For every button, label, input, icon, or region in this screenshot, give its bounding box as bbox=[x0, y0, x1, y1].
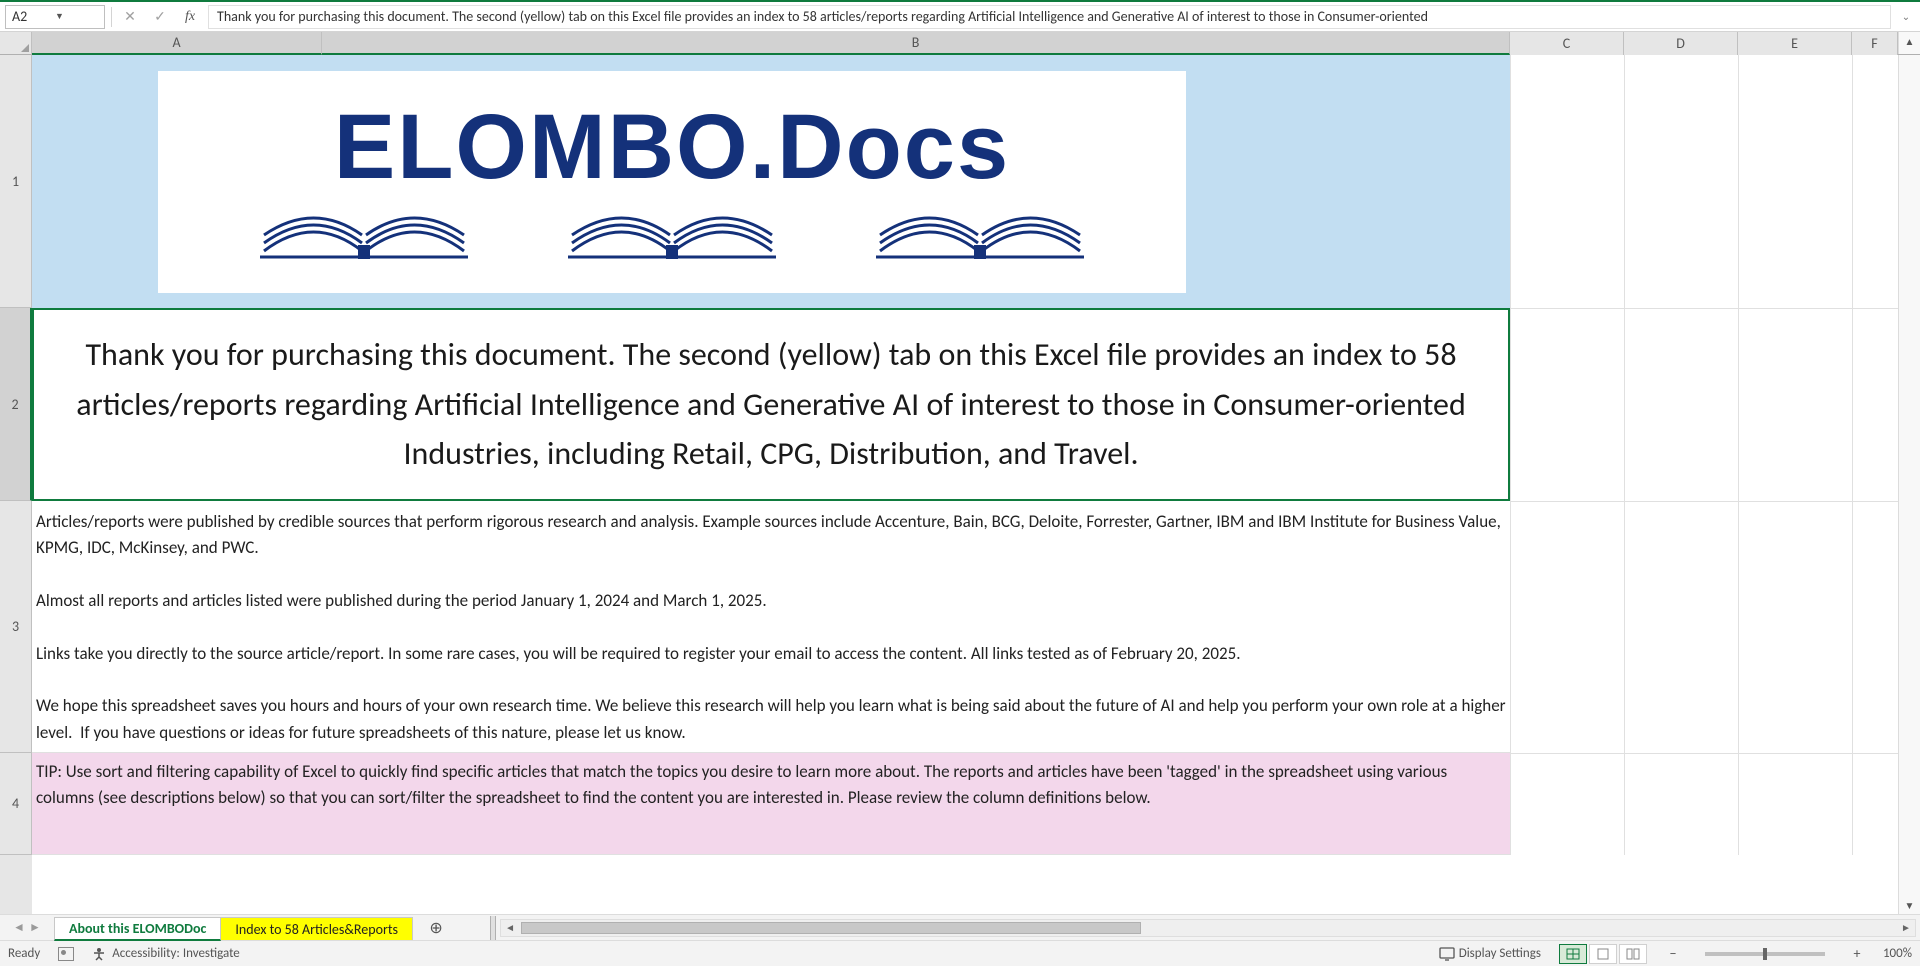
zoom-in-button[interactable]: + bbox=[1849, 946, 1865, 962]
name-box[interactable]: A2 ▼ bbox=[5, 5, 105, 29]
sheet-tab-bar: ◄ ► About this ELOMBODoc Index to 58 Art… bbox=[0, 914, 1920, 940]
cells-area[interactable]: ELOMBO.Docs bbox=[32, 55, 1898, 914]
hscroll-track[interactable] bbox=[519, 921, 1897, 935]
name-box-dropdown-icon[interactable]: ▼ bbox=[55, 11, 98, 22]
zoom-slider-thumb[interactable] bbox=[1763, 948, 1767, 960]
book-icon bbox=[562, 203, 782, 263]
zoom-out-button[interactable]: − bbox=[1665, 946, 1681, 962]
macro-recording-icon[interactable] bbox=[58, 947, 74, 961]
accessibility-label: Accessibility: Investigate bbox=[112, 946, 240, 961]
column-header-c[interactable]: C bbox=[1510, 32, 1624, 55]
add-sheet-button[interactable]: ⊕ bbox=[422, 916, 450, 940]
select-all-corner[interactable] bbox=[0, 32, 32, 55]
column-headers: A B C D E F ▲ bbox=[0, 32, 1920, 55]
confirm-formula-icon[interactable]: ✓ bbox=[148, 5, 172, 29]
intro-message-text: Thank you for purchasing this document. … bbox=[40, 330, 1502, 479]
column-header-b[interactable]: B bbox=[322, 32, 1510, 55]
formula-input[interactable]: Thank you for purchasing this document. … bbox=[208, 5, 1891, 29]
row-headers: 1 2 3 4 bbox=[0, 55, 32, 914]
expand-formula-bar-icon[interactable]: ⌄ bbox=[1897, 5, 1915, 29]
logo-cell: ELOMBO.Docs bbox=[32, 55, 1510, 308]
tab-nav-buttons[interactable]: ◄ ► bbox=[0, 920, 54, 935]
page-layout-icon bbox=[1596, 948, 1610, 960]
sheet-tab-index[interactable]: Index to 58 Articles&Reports bbox=[220, 917, 413, 941]
tab-split-handle[interactable] bbox=[490, 916, 496, 940]
scrollbar-track[interactable] bbox=[1899, 55, 1920, 896]
tab-nav-prev-icon[interactable]: ◄ bbox=[12, 920, 26, 935]
vertical-scrollbar[interactable]: ▲ bbox=[1898, 32, 1920, 54]
book-icons-row bbox=[254, 203, 1090, 263]
view-buttons bbox=[1559, 944, 1647, 964]
status-ready: Ready bbox=[8, 946, 40, 961]
tip-text: TIP: Use sort and filtering capability o… bbox=[36, 761, 1447, 808]
intro-message-cell[interactable]: Thank you for purchasing this document. … bbox=[32, 308, 1510, 501]
rows-container: 1 2 3 4 ELOMBO.Docs bbox=[0, 55, 1920, 914]
formula-bar: A2 ▼ ✕ ✓ fx Thank you for purchasing thi… bbox=[0, 2, 1920, 32]
view-page-layout-button[interactable] bbox=[1589, 944, 1617, 964]
horizontal-scrollbar[interactable]: ◄ ► bbox=[500, 919, 1916, 937]
view-page-break-button[interactable] bbox=[1619, 944, 1647, 964]
scroll-up-icon[interactable]: ▲ bbox=[1899, 32, 1920, 50]
display-settings-label: Display Settings bbox=[1459, 946, 1541, 961]
sheet-tabs: About this ELOMBODoc Index to 58 Article… bbox=[54, 915, 412, 941]
scroll-right-icon[interactable]: ► bbox=[1897, 921, 1915, 934]
row-header-2[interactable]: 2 bbox=[0, 308, 32, 501]
column-header-e[interactable]: E bbox=[1738, 32, 1852, 55]
insert-function-icon[interactable]: fx bbox=[178, 5, 202, 29]
book-icon bbox=[870, 203, 1090, 263]
book-icon bbox=[254, 203, 474, 263]
zoom-level[interactable]: 100% bbox=[1883, 946, 1912, 961]
logo-card: ELOMBO.Docs bbox=[158, 71, 1186, 293]
column-header-d[interactable]: D bbox=[1624, 32, 1738, 55]
row-header-3[interactable]: 3 bbox=[0, 501, 32, 753]
display-settings-icon bbox=[1439, 947, 1455, 961]
tip-cell[interactable]: TIP: Use sort and filtering capability o… bbox=[32, 753, 1510, 855]
sheet-tab-about[interactable]: About this ELOMBODoc bbox=[54, 917, 221, 941]
scroll-left-icon[interactable]: ◄ bbox=[501, 921, 519, 934]
tab-nav-next-icon[interactable]: ► bbox=[28, 920, 42, 935]
spreadsheet-grid: A B C D E F ▲ 1 2 3 4 ELOMBO.Docs bbox=[0, 32, 1920, 914]
column-header-f[interactable]: F bbox=[1852, 32, 1898, 55]
divider bbox=[111, 7, 112, 27]
body-text-cell[interactable]: Articles/reports were published by credi… bbox=[32, 501, 1510, 753]
empty-cells-right[interactable] bbox=[1510, 55, 1898, 855]
status-bar: Ready Accessibility: Investigate Display… bbox=[0, 940, 1920, 966]
zoom-slider[interactable] bbox=[1705, 952, 1825, 956]
vertical-scrollbar-track[interactable]: ▼ bbox=[1898, 55, 1920, 914]
accessibility-status[interactable]: Accessibility: Investigate bbox=[92, 946, 240, 961]
brand-title: ELOMBO.Docs bbox=[334, 101, 1010, 193]
page-break-icon bbox=[1626, 948, 1640, 960]
hscroll-thumb[interactable] bbox=[521, 922, 1141, 934]
accessibility-icon bbox=[92, 947, 106, 961]
display-settings-button[interactable]: Display Settings bbox=[1439, 946, 1541, 961]
scroll-down-icon[interactable]: ▼ bbox=[1899, 896, 1920, 914]
row-header-1[interactable]: 1 bbox=[0, 55, 32, 308]
cancel-formula-icon[interactable]: ✕ bbox=[118, 5, 142, 29]
grid-view-icon bbox=[1566, 948, 1580, 960]
cell-reference: A2 bbox=[12, 8, 55, 25]
body-text: Articles/reports were published by credi… bbox=[36, 511, 1509, 743]
view-normal-button[interactable] bbox=[1559, 944, 1587, 964]
formula-text: Thank you for purchasing this document. … bbox=[217, 8, 1428, 25]
row-header-4[interactable]: 4 bbox=[0, 753, 32, 855]
column-header-a[interactable]: A bbox=[32, 32, 322, 55]
